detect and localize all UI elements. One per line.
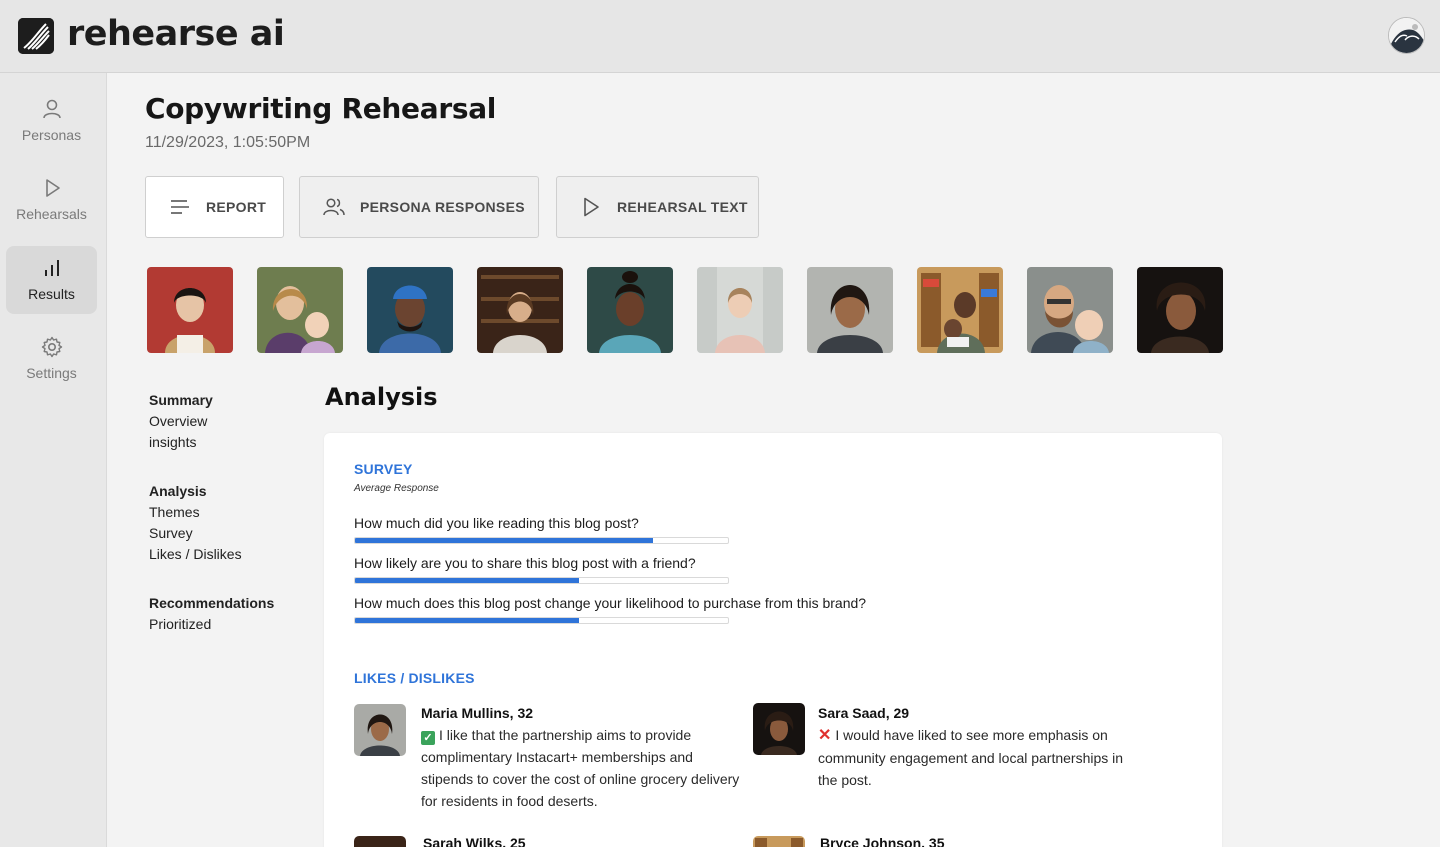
survey-bar-fill [355, 618, 579, 623]
feedback-comment: I like that the partnership aims to prov… [421, 727, 740, 809]
feedback-avatar[interactable] [753, 703, 805, 755]
feedback-name: Maria Mullins, 32 [421, 705, 534, 721]
outline-item[interactable]: Themes [149, 502, 242, 523]
outline-heading[interactable]: Analysis [149, 481, 242, 502]
persona-thumbnail[interactable] [1137, 267, 1223, 353]
logo-icon [18, 18, 54, 54]
survey-label: SURVEY [354, 461, 413, 477]
app-name: rehearse ai [67, 14, 285, 54]
sidebar-item-label: Rehearsals [16, 206, 87, 222]
persona-thumbnail[interactable] [147, 267, 233, 353]
feedback-name: Bryce Johnson, 35 [820, 835, 945, 847]
sidebar-item-results[interactable]: Results [6, 246, 97, 314]
play-icon [45, 179, 60, 197]
top-bar: rehearse ai [0, 0, 1440, 73]
outline-item[interactable]: insights [149, 432, 213, 453]
lines-icon [171, 200, 189, 214]
survey-sublabel: Average Response [354, 483, 439, 494]
persona-thumbnail[interactable] [917, 267, 1003, 353]
outline-item[interactable]: Prioritized [149, 614, 274, 635]
tab-persona-responses[interactable]: PERSONA RESPONSES [299, 176, 539, 238]
page-title: Copywriting Rehearsal [145, 92, 497, 125]
outline-section-summary: Summary Overview insights [149, 390, 213, 453]
persona-thumbnail[interactable] [1027, 267, 1113, 353]
user-avatar[interactable] [1388, 17, 1425, 54]
tab-label: REPORT [206, 199, 267, 215]
feedback-avatar[interactable] [354, 704, 406, 756]
outline-item[interactable]: Likes / Dislikes [149, 544, 242, 565]
play-outline-icon [584, 197, 599, 217]
feedback-comment: I would have liked to see more emphasis … [818, 727, 1124, 788]
tab-label: PERSONA RESPONSES [360, 199, 525, 215]
survey-question: How likely are you to share this blog po… [354, 555, 696, 571]
survey-question: How much did you like reading this blog … [354, 515, 639, 531]
survey-bar [354, 617, 729, 624]
persona-thumbnail[interactable] [257, 267, 343, 353]
user-icon [42, 99, 61, 119]
sidebar: Personas Rehearsals Results Settings [0, 73, 107, 847]
persona-thumbnail[interactable] [587, 267, 673, 353]
survey-bar-fill [355, 578, 579, 583]
feedback-text: ✓ I like that the partnership aims to pro… [421, 724, 741, 812]
feedback-avatar[interactable] [753, 836, 805, 847]
dislike-x-icon: ✕ [818, 727, 832, 744]
like-check-icon: ✓ [421, 731, 435, 745]
feedback-text: ✕ I would have liked to see more emphasis… [818, 724, 1138, 791]
sidebar-item-label: Personas [21, 127, 82, 143]
tab-report[interactable]: REPORT [145, 176, 284, 238]
sidebar-item-settings[interactable]: Settings [6, 325, 97, 393]
outline-heading[interactable]: Recommendations [149, 593, 274, 614]
outline-item[interactable]: Survey [149, 523, 242, 544]
outline-section-recommendations: Recommendations Prioritized [149, 593, 274, 635]
feedback-name: Sarah Wilks, 25 [423, 835, 526, 847]
survey-question: How much does this blog post change your… [354, 595, 867, 611]
persona-thumbnail[interactable] [697, 267, 783, 353]
outline-item[interactable]: Overview [149, 411, 213, 432]
survey-bar-fill [355, 538, 654, 543]
gear-icon [41, 336, 62, 358]
sidebar-item-rehearsals[interactable]: Rehearsals [6, 166, 97, 234]
persona-thumbnail[interactable] [367, 267, 453, 353]
feedback-name: Sara Saad, 29 [818, 705, 910, 721]
persona-thumbnail[interactable] [807, 267, 893, 353]
sidebar-item-label: Results [28, 286, 75, 302]
analysis-title: Analysis [325, 383, 438, 411]
survey-bar [354, 537, 729, 544]
page-date: 11/29/2023, 1:05:50PM [145, 134, 311, 151]
feedback-avatar[interactable] [354, 836, 406, 847]
users-icon [323, 198, 345, 216]
persona-thumbnail[interactable] [477, 267, 563, 353]
outline-section-analysis: Analysis Themes Survey Likes / Dislikes [149, 481, 242, 565]
survey-bar [354, 577, 729, 584]
tab-rehearsal-text[interactable]: REHEARSAL TEXT [556, 176, 759, 238]
likes-dislikes-label: LIKES / DISLIKES [354, 670, 475, 686]
tab-label: REHEARSAL TEXT [617, 199, 748, 215]
outline-heading[interactable]: Summary [149, 390, 213, 411]
sidebar-item-personas[interactable]: Personas [6, 87, 97, 155]
sidebar-item-label: Settings [26, 365, 77, 381]
bar-chart-icon [44, 260, 59, 276]
